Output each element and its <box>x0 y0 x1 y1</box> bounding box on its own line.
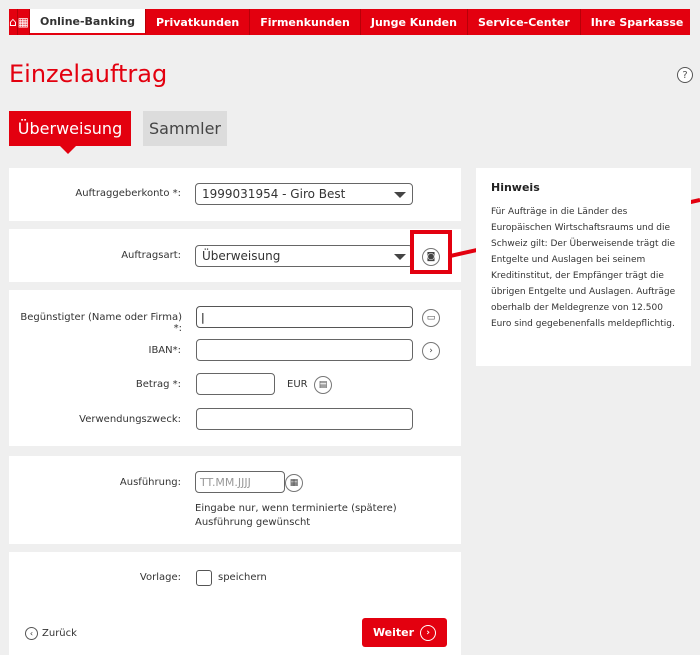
beguenstigter-input[interactable]: | <box>196 306 413 328</box>
verwendungszweck-input[interactable] <box>196 408 413 430</box>
beguenstigter-label: Begünstigter (Name oder Firma) *: <box>20 312 182 334</box>
vorlage-checkbox-label: speichern <box>218 572 267 583</box>
chevron-left-icon: ‹ <box>25 627 38 640</box>
back-link[interactable]: ‹ Zurück <box>25 627 77 640</box>
panel-ausfuehrung: Ausführung: TT.MM.JJJJ ▦ Eingabe nur, we… <box>9 456 461 544</box>
info-box-text: Für Aufträge in die Länder des Europäisc… <box>491 207 676 329</box>
nav-junge-kunden[interactable]: Junge Kunden <box>361 9 468 35</box>
ausfuehrung-placeholder: TT.MM.JJJJ <box>200 475 251 489</box>
chevron-right-icon[interactable]: › <box>422 342 440 360</box>
next-label: Weiter <box>372 626 415 639</box>
address-book-icon[interactable]: ▭ <box>422 309 440 327</box>
help-icon[interactable]: ? <box>677 67 693 83</box>
panel-beneficiary: Begünstigter (Name oder Firma) *: | ▭ IB… <box>9 290 461 446</box>
betrag-input[interactable] <box>196 373 275 395</box>
auftragsart-value: Überweisung <box>202 249 281 263</box>
chevron-down-icon <box>394 192 406 198</box>
nav-firmenkunden[interactable]: Firmenkunden <box>250 9 361 35</box>
page-title: Einzelauftrag <box>9 60 168 88</box>
panel-auftragsart: Auftragsart: Überweisung ◙ <box>9 229 461 282</box>
tab-ueberweisung[interactable]: Überweisung <box>9 111 131 146</box>
grid-menu-icon[interactable]: ▦ <box>18 9 30 35</box>
calendar-icon[interactable]: ▦ <box>285 474 303 492</box>
currency-label: EUR <box>287 379 308 390</box>
auftraggeberkonto-value: 1999031954 - Giro Best <box>202 187 346 201</box>
vorlage-checkbox[interactable] <box>196 570 212 586</box>
ausfuehrung-label: Ausführung: <box>119 477 181 488</box>
nav-privatkunden[interactable]: Privatkunden <box>146 9 251 35</box>
next-button[interactable]: Weiter › <box>362 618 447 647</box>
tab-sammler[interactable]: Sammler <box>143 111 227 146</box>
ausfuehrung-date-input[interactable]: TT.MM.JJJJ <box>195 471 285 493</box>
iban-label: IBAN*: <box>148 345 182 356</box>
iban-input[interactable] <box>196 339 413 361</box>
auftraggeberkonto-select[interactable]: 1999031954 - Giro Best <box>195 183 413 205</box>
chevron-down-icon <box>394 254 406 260</box>
panel-auftraggeberkonto: Auftraggeberkonto *: 1999031954 - Giro B… <box>9 168 461 221</box>
nav-online-banking[interactable]: Online-Banking <box>29 9 146 35</box>
annotation-highlight-box <box>410 230 452 274</box>
nav-service-center[interactable]: Service-Center <box>468 9 581 35</box>
auftragsart-label: Auftragsart: <box>121 250 181 261</box>
main-navbar: ⌂ ▦ Online-Banking Privatkunden Firmenku… <box>9 9 690 35</box>
ausfuehrung-hint: Eingabe nur, wenn terminierte (spätere) … <box>195 503 397 528</box>
auftragsart-select[interactable]: Überweisung <box>195 245 413 267</box>
info-box: Hinweis Für Aufträge in die Länder des E… <box>476 168 691 366</box>
info-box-title: Hinweis <box>491 181 540 194</box>
auftraggeberkonto-label: Auftraggeberkonto *: <box>75 188 181 199</box>
vorlage-label: Vorlage: <box>139 572 181 583</box>
back-label: Zurück <box>42 628 77 639</box>
nav-ihre-sparkasse[interactable]: Ihre Sparkasse <box>581 9 694 35</box>
active-tab-indicator <box>60 146 76 154</box>
home-icon[interactable]: ⌂ <box>9 9 18 35</box>
calculator-icon[interactable]: ▤ <box>314 376 332 394</box>
betrag-label: Betrag *: <box>135 379 181 390</box>
verwendungszweck-label: Verwendungszweck: <box>79 414 181 425</box>
chevron-right-icon: › <box>420 624 437 641</box>
